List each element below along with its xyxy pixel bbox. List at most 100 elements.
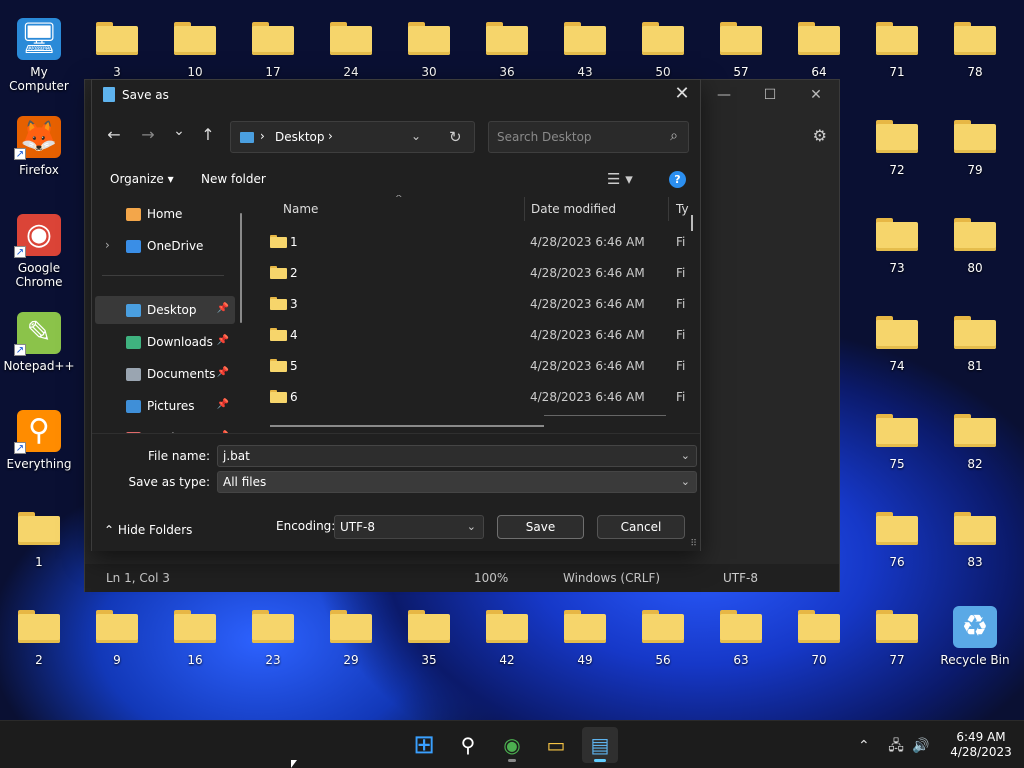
table-row[interactable]: 4 4/28/2023 6:46 AM Fi [252,319,692,350]
breadcrumb-desktop[interactable]: Desktop [275,130,325,144]
expand-chevron-icon[interactable]: › [105,238,110,252]
cancel-button[interactable]: Cancel [597,515,685,539]
maximize-button[interactable]: ☐ [747,80,793,110]
organize-button[interactable]: Organize ▾ [110,172,174,186]
desktop-folder-2[interactable]: 2 [0,596,78,686]
desktop-folder-9[interactable]: 9 [78,596,156,686]
nav-item-downloads[interactable]: Downloads 📌 [95,328,235,356]
desktop-folder-42[interactable]: 42 [468,596,546,686]
desktop-folder-76[interactable]: 76 [858,498,936,588]
forward-arrow-icon[interactable]: → [137,125,159,147]
nav-item-desktop[interactable]: Desktop 📌 [95,296,235,324]
view-options-icon[interactable]: ☰ ▾ [607,170,633,188]
taskbar-search-button[interactable]: ⚲ [450,727,486,763]
desktop-folder-73[interactable]: 73 [858,204,936,294]
up-arrow-icon[interactable]: ↑ [197,125,219,147]
desktop-folder-71[interactable]: 71 [858,8,936,98]
breadcrumb-separator[interactable]: › [260,129,265,143]
pin-icon[interactable]: 📌 [217,367,229,378]
desktop-app-google-chrome[interactable]: ◉ ↗ Google Chrome [0,204,78,294]
nav-item-pictures[interactable]: Pictures 📌 [95,392,235,420]
encoding-select[interactable]: UTF-8 ⌄ [334,515,484,539]
desktop-folder-70[interactable]: 70 [780,596,858,686]
desktop-app-everything[interactable]: ⚲ ↗ Everything [0,400,78,490]
desktop-folder-74[interactable]: 74 [858,302,936,392]
save-as-type-select[interactable]: All files ⌄ [217,471,697,493]
address-dropdown-icon[interactable]: ⌄ [411,129,421,143]
taskbar-file-explorer-button[interactable]: ▭ [538,727,574,763]
dialog-close-button[interactable]: ✕ [672,83,692,105]
chevron-down-icon[interactable]: ⌄ [681,475,690,488]
back-arrow-icon[interactable]: ← [103,125,125,147]
column-divider[interactable] [668,197,669,221]
pin-icon[interactable]: 📌 [217,303,229,314]
save-as-type-value[interactable]: All files [223,475,266,489]
settings-gear-icon[interactable]: ⚙ [813,126,827,145]
table-row[interactable]: 6 4/28/2023 6:46 AM Fi [252,381,692,412]
desktop-folder-80[interactable]: 80 [936,204,1014,294]
file-list-vertical-scrollbar[interactable] [691,215,693,231]
desktop-folder-83[interactable]: 83 [936,498,1014,588]
file-name-field[interactable]: j.bat ⌄ [217,445,697,467]
pin-icon[interactable]: 📌 [217,399,229,410]
table-row[interactable]: 2 4/28/2023 6:46 AM Fi [252,257,692,288]
nav-item-music[interactable]: Music📌 [95,424,235,433]
chevron-down-icon[interactable]: ⌄ [681,449,690,462]
search-box[interactable]: Search Desktop ⌕ [488,121,689,153]
desktop-folder-72[interactable]: 72 [858,106,936,196]
desktop-folder-81[interactable]: 81 [936,302,1014,392]
desktop-app-my-computer[interactable]: 🖥 My Computer [0,8,78,98]
nav-pane-scrollbar[interactable] [240,213,242,323]
start-button[interactable]: ⊞ [406,727,442,763]
column-type[interactable]: Ty [676,202,689,216]
address-bar[interactable]: › Desktop › ⌄ ↻ [230,121,475,153]
chevron-down-icon[interactable]: ⌄ [467,520,476,533]
desktop-folder-63[interactable]: 63 [702,596,780,686]
file-list-horizontal-scrollbar[interactable] [270,425,544,427]
desktop-folder-82[interactable]: 82 [936,400,1014,490]
breadcrumb-separator[interactable]: › [328,129,333,143]
nav-item-onedrive[interactable]: › OneDrive [95,232,235,260]
notepad-close-button[interactable]: ✕ [793,80,839,110]
table-row[interactable]: 1 4/28/2023 6:46 AM Fi [252,226,692,257]
desktop-app-notepad-[interactable]: ✎ ↗ Notepad++ [0,302,78,392]
file-name-value[interactable]: j.bat [223,449,250,463]
minimize-button[interactable]: — [701,80,747,110]
desktop-app-recycle-bin[interactable]: ♻ Recycle Bin [936,596,1014,686]
column-date-modified[interactable]: Date modified [531,202,616,216]
desktop-folder-16[interactable]: 16 [156,596,234,686]
desktop-folder-35[interactable]: 35 [390,596,468,686]
refresh-icon[interactable]: ↻ [449,128,462,146]
taskbar-chrome-button[interactable]: ◉ [494,727,530,763]
recent-locations-chevron-icon[interactable]: ⌄ [168,123,190,145]
help-icon[interactable]: ? [669,171,686,188]
save-button[interactable]: Save [497,515,584,539]
taskbar-notepad-button[interactable]: ▤ [582,727,618,763]
desktop-folder-77[interactable]: 77 [858,596,936,686]
volume-icon[interactable]: 🔊 [912,738,929,754]
desktop-folder-29[interactable]: 29 [312,596,390,686]
clock[interactable]: 6:49 AM 4/28/2023 [946,730,1016,760]
desktop-folder-23[interactable]: 23 [234,596,312,686]
search-input[interactable]: Search Desktop [497,130,592,144]
new-folder-button[interactable]: New folder [201,172,266,186]
network-icon[interactable]: 🖧 [888,738,904,754]
show-hidden-icons-chevron-icon[interactable]: ⌃ [858,738,870,754]
table-row[interactable]: 3 4/28/2023 6:46 AM Fi [252,288,692,319]
table-row[interactable]: 5 4/28/2023 6:46 AM Fi [252,350,692,381]
desktop-folder-49[interactable]: 49 [546,596,624,686]
encoding-value[interactable]: UTF-8 [340,520,375,534]
desktop-folder-78[interactable]: 78 [936,8,1014,98]
desktop-folder-75[interactable]: 75 [858,400,936,490]
resize-grip-icon[interactable]: ⠿ [690,539,697,549]
desktop-folder-79[interactable]: 79 [936,106,1014,196]
desktop-folder-56[interactable]: 56 [624,596,702,686]
hide-folders-button[interactable]: ⌃ Hide Folders [104,523,192,537]
pin-icon[interactable]: 📌 [217,335,229,346]
desktop-folder-1[interactable]: 1 [0,498,78,588]
column-divider[interactable] [524,197,525,221]
nav-item-home[interactable]: Home [95,200,235,228]
search-icon[interactable]: ⌕ [670,128,678,144]
column-name[interactable]: Name [283,202,318,216]
desktop-app-firefox[interactable]: 🦊 ↗ Firefox [0,106,78,196]
